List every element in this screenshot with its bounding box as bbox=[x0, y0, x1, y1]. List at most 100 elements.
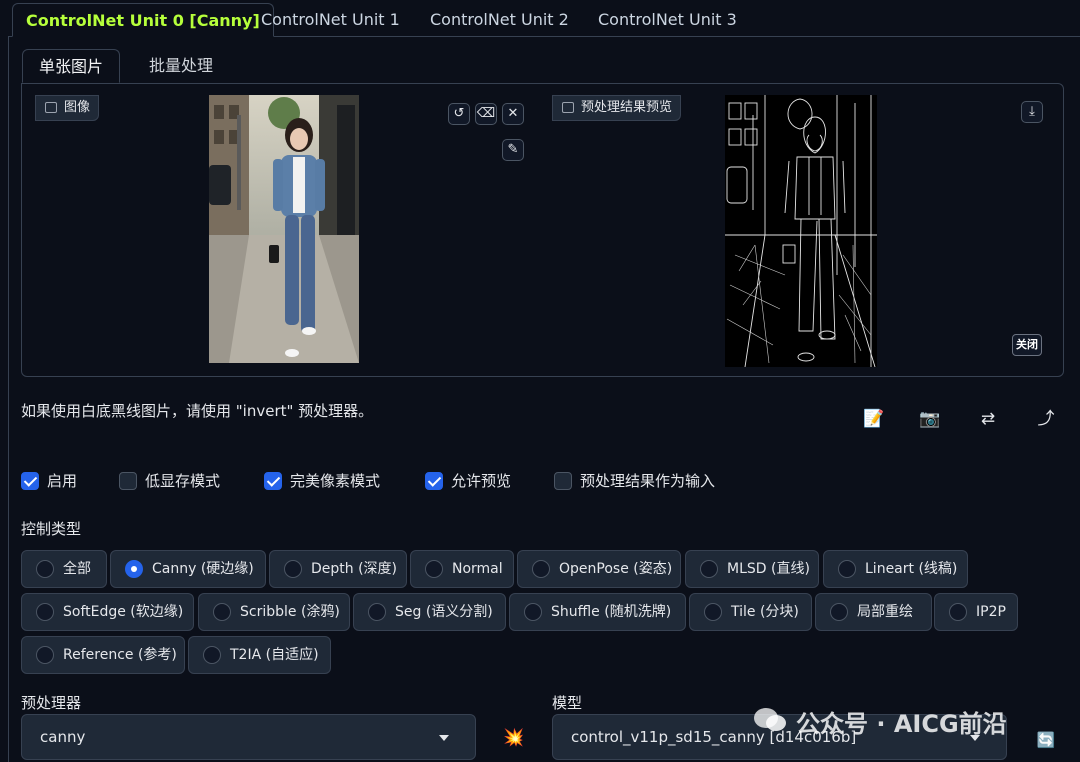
radio-dot bbox=[213, 603, 231, 621]
pixel-perfect-label: 完美像素模式 bbox=[290, 472, 381, 490]
checkbox-box bbox=[425, 472, 443, 490]
tab-unit-3[interactable]: ControlNet Unit 3 bbox=[585, 3, 750, 37]
control-type-lineart[interactable]: Lineart (线稿) bbox=[823, 550, 968, 588]
tab-unit-0[interactable]: ControlNet Unit 0 [Canny] bbox=[12, 3, 274, 37]
low-vram-label: 低显存模式 bbox=[145, 472, 221, 490]
close-preview-button[interactable]: 关闭 bbox=[1012, 334, 1042, 356]
tab-single-image[interactable]: 单张图片 bbox=[22, 49, 121, 83]
preprocessed-as-input-label: 预处理结果作为输入 bbox=[580, 472, 716, 490]
wechat-logo-icon bbox=[754, 708, 786, 731]
radio-label: Seg (语义分割) bbox=[395, 604, 493, 620]
canny-edge-illustration bbox=[725, 95, 877, 367]
enable-checkbox[interactable]: 启用 bbox=[21, 470, 77, 492]
control-type-scribble[interactable]: Scribble (涂鸦) bbox=[198, 593, 350, 631]
preprocessor-label: 预处理器 bbox=[21, 694, 82, 712]
radio-label: IP2P bbox=[976, 604, 1006, 620]
allow-preview-checkbox[interactable]: 允许预览 bbox=[425, 470, 511, 492]
control-type-ip2p[interactable]: IP2P bbox=[934, 593, 1018, 631]
image-icon bbox=[45, 102, 57, 113]
preview-label: 预处理结果预览 bbox=[552, 95, 682, 121]
image-input-label: 图像 bbox=[35, 95, 100, 121]
radio-label: Lineart (线稿) bbox=[865, 561, 958, 577]
image-icon bbox=[562, 102, 574, 113]
preprocessor-select[interactable]: canny bbox=[21, 714, 476, 760]
radio-label: Shuffle (随机洗牌) bbox=[551, 604, 672, 620]
radio-label: OpenPose (姿态) bbox=[559, 561, 673, 577]
radio-dot bbox=[125, 560, 143, 578]
control-type-canny[interactable]: Canny (硬边缘) bbox=[110, 550, 266, 588]
control-type-mlsd[interactable]: MLSD (直线) bbox=[685, 550, 819, 588]
control-type-seg[interactable]: Seg (语义分割) bbox=[353, 593, 506, 631]
control-type-inpaint[interactable]: 局部重绘 bbox=[815, 593, 932, 631]
checkbox-box bbox=[119, 472, 137, 490]
control-type-shuffle[interactable]: Shuffle (随机洗牌) bbox=[509, 593, 686, 631]
download-icon[interactable]: ⤓ bbox=[1021, 101, 1043, 123]
unit-tab-bar: ControlNet Unit 0 [Canny] ControlNet Uni… bbox=[8, 3, 1080, 37]
radio-label: 局部重绘 bbox=[857, 604, 913, 620]
radio-dot bbox=[838, 560, 856, 578]
invert-hint: 如果使用白底黑线图片，请使用 "invert" 预处理器。 bbox=[21, 402, 374, 420]
preprocessed-as-input-checkbox[interactable]: 预处理结果作为输入 bbox=[554, 470, 715, 492]
eraser-icon[interactable]: ⌫ bbox=[475, 103, 497, 125]
watermark-text: 公众号 · AICG前沿 bbox=[796, 710, 1007, 738]
radio-dot bbox=[532, 560, 550, 578]
low-vram-checkbox[interactable]: 低显存模式 bbox=[119, 470, 220, 492]
clear-icon[interactable]: ✕ bbox=[502, 103, 524, 125]
send-icon[interactable]: ⤴ bbox=[1034, 407, 1058, 431]
radio-label: Tile (分块) bbox=[731, 604, 799, 620]
radio-label: 全部 bbox=[63, 561, 91, 577]
control-type-tile[interactable]: Tile (分块) bbox=[689, 593, 812, 631]
run-preprocessor-icon[interactable]: 💥 bbox=[502, 726, 526, 750]
edit-icon[interactable]: 📝 bbox=[862, 407, 886, 431]
radio-label: Reference (参考) bbox=[63, 647, 177, 663]
undo-icon[interactable]: ↺ bbox=[448, 103, 470, 125]
radio-dot bbox=[700, 560, 718, 578]
enable-label: 启用 bbox=[47, 472, 78, 490]
radio-label: MLSD (直线) bbox=[727, 561, 810, 577]
radio-dot bbox=[203, 646, 221, 664]
radio-dot bbox=[36, 646, 54, 664]
brush-icon[interactable]: ✎ bbox=[502, 139, 524, 161]
radio-dot bbox=[425, 560, 443, 578]
control-type-label: 控制类型 bbox=[21, 520, 82, 538]
control-type-normal[interactable]: Normal bbox=[410, 550, 514, 588]
preprocessor-value: canny bbox=[40, 728, 86, 746]
image-input-label-text: 图像 bbox=[64, 100, 91, 115]
control-type-reference[interactable]: Reference (参考) bbox=[21, 636, 185, 674]
radio-label: T2IA (自适应) bbox=[230, 647, 319, 663]
radio-dot bbox=[36, 560, 54, 578]
chevron-down-icon bbox=[439, 735, 449, 741]
swap-icon[interactable]: ⇄ bbox=[976, 407, 1000, 431]
allow-preview-label: 允许预览 bbox=[451, 472, 512, 490]
radio-dot bbox=[949, 603, 967, 621]
preprocessor-preview-image bbox=[725, 95, 877, 367]
street-photo-illustration bbox=[209, 95, 359, 363]
radio-dot bbox=[524, 603, 542, 621]
tab-unit-1[interactable]: ControlNet Unit 1 bbox=[248, 3, 413, 37]
control-type-t2ia[interactable]: T2IA (自适应) bbox=[188, 636, 331, 674]
camera-icon[interactable]: 📷 bbox=[918, 407, 942, 431]
radio-label: Normal bbox=[452, 561, 503, 577]
control-type-openpose[interactable]: OpenPose (姿态) bbox=[517, 550, 681, 588]
preview-label-text: 预处理结果预览 bbox=[581, 100, 673, 115]
checkbox-box bbox=[21, 472, 39, 490]
refresh-icon[interactable]: 🔄 bbox=[1034, 728, 1058, 752]
control-type-depth[interactable]: Depth (深度) bbox=[269, 550, 407, 588]
pixel-perfect-checkbox[interactable]: 完美像素模式 bbox=[264, 470, 380, 492]
radio-label: Canny (硬边缘) bbox=[152, 561, 254, 577]
radio-dot bbox=[830, 603, 848, 621]
control-type-softedge[interactable]: SoftEdge (软边缘) bbox=[21, 593, 194, 631]
control-type-all[interactable]: 全部 bbox=[21, 550, 107, 588]
radio-dot bbox=[368, 603, 386, 621]
radio-label: Scribble (涂鸦) bbox=[240, 604, 340, 620]
input-image[interactable] bbox=[209, 95, 359, 363]
checkbox-box bbox=[264, 472, 282, 490]
checkbox-box bbox=[554, 472, 572, 490]
image-area bbox=[21, 83, 1064, 377]
model-label: 模型 bbox=[552, 694, 583, 712]
tab-batch[interactable]: 批量处理 bbox=[133, 49, 229, 83]
radio-dot bbox=[284, 560, 302, 578]
radio-dot bbox=[704, 603, 722, 621]
tab-unit-2[interactable]: ControlNet Unit 2 bbox=[417, 3, 582, 37]
radio-dot bbox=[36, 603, 54, 621]
